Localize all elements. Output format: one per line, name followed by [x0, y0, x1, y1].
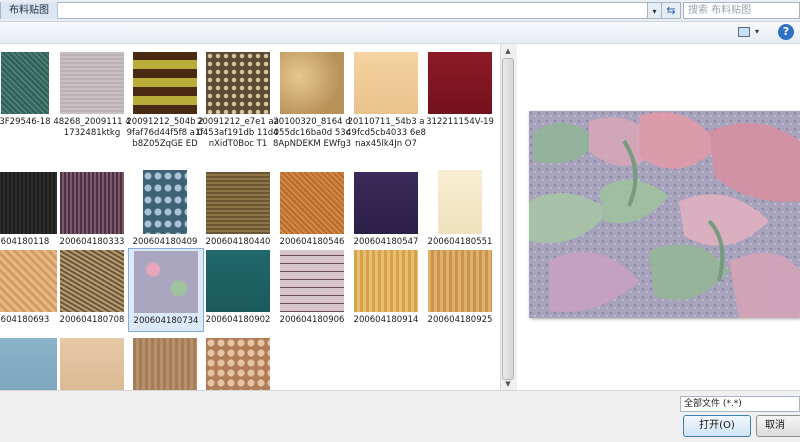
file-name: 200604180734 [133, 316, 199, 326]
file-name: 200604180546 [279, 237, 345, 247]
file-thumbnail [206, 338, 270, 390]
file-item[interactable]: 200604180409 [128, 168, 202, 250]
file-thumbnail [206, 172, 270, 234]
file-thumbnail [60, 172, 124, 234]
file-item[interactable] [128, 336, 202, 390]
file-item[interactable]: 200604180906 [275, 248, 349, 330]
file-item[interactable]: 200604180914 [349, 248, 423, 330]
scrollbar-thumb[interactable] [502, 58, 514, 380]
file-name: 200604180708 [59, 315, 125, 325]
file-item[interactable]: 312211154V-19 [423, 50, 497, 132]
file-thumbnail [438, 170, 482, 234]
help-icon[interactable]: ? [778, 24, 794, 40]
refresh-icon[interactable]: ⇆ [661, 2, 681, 19]
file-thumbnail [354, 52, 418, 114]
file-item[interactable] [55, 336, 129, 390]
file-item[interactable] [201, 336, 275, 390]
file-name: 200604180440 [205, 237, 271, 247]
file-item[interactable]: 200604180551 [423, 168, 497, 250]
file-type-select[interactable]: 全部文件 (*.*) [680, 396, 800, 412]
file-name: 200604180333 [59, 237, 125, 247]
file-item[interactable] [0, 336, 62, 390]
file-name: 20110711_54b3 a49fcd5cb4033 6e8nax45lk4J… [346, 117, 426, 149]
file-thumbnail [143, 170, 187, 234]
file-item[interactable]: 200604180734 [128, 248, 204, 332]
file-name: 200604180906 [279, 315, 345, 325]
file-name: 20100320_8164 d055dc16ba0d 53c8ApNDEKM E… [272, 117, 352, 149]
file-thumbnail [0, 172, 57, 234]
file-item[interactable]: 200604180440 [201, 168, 275, 250]
file-name: 200604180914 [353, 315, 419, 325]
file-thumbnail [60, 250, 124, 312]
file-item[interactable]: 20091212_e7e1 aa0453af191db 11d4nXidT0Bo… [197, 50, 279, 149]
file-thumbnail [1, 52, 49, 114]
file-thumbnail [206, 250, 270, 312]
file-thumbnail [206, 52, 270, 114]
file-item[interactable]: 200604180547 [349, 168, 423, 250]
file-thumbnail [428, 250, 492, 312]
address-bar[interactable]: 布料贴图 [0, 2, 648, 19]
file-list[interactable]: 3F29546-18 48268_2009111 41732481ktkg 2009… [0, 44, 500, 390]
file-thumbnail [0, 250, 57, 312]
file-name: 200604180409 [132, 237, 198, 247]
file-item[interactable]: 200604180333 [55, 168, 129, 250]
file-thumbnail [428, 52, 492, 114]
file-item[interactable]: 20100320_8164 d055dc16ba0d 53c8ApNDEKM E… [273, 50, 351, 149]
search-input[interactable]: 搜索 布料贴图 [683, 2, 800, 19]
scroll-up-icon[interactable]: ▲ [500, 44, 516, 58]
file-name: 200604180551 [427, 237, 493, 247]
file-thumbnail [134, 251, 198, 313]
toolbar [0, 22, 800, 44]
view-dropdown-icon[interactable]: ▾ [755, 26, 765, 38]
file-thumbnail [133, 52, 197, 114]
view-thumbnail-icon[interactable] [738, 27, 750, 37]
file-name: 312211154V-19 [426, 117, 494, 127]
chevron-down-icon[interactable]: ▾ [648, 2, 662, 19]
file-name: 20091212_504b 29faf76d44f5f8 a1fb8Z05ZqG… [126, 117, 204, 149]
file-thumbnail [280, 250, 344, 312]
file-thumbnail [354, 172, 418, 234]
file-item[interactable]: 200604180546 [275, 168, 349, 250]
file-thumbnail [60, 52, 124, 114]
scroll-down-icon[interactable]: ▼ [500, 378, 516, 390]
file-item[interactable]: 20091212_504b 29faf76d44f5f8 a1fb8Z05ZqG… [126, 50, 204, 149]
file-name: 200604180547 [353, 237, 419, 247]
file-item[interactable]: 48268_2009111 41732481ktkg [53, 50, 131, 138]
file-item[interactable]: 200604180925 [423, 248, 497, 330]
file-name: 20091212_e7e1 aa0453af191db 11d4nXidT0Bo… [197, 117, 279, 149]
file-thumbnail [60, 338, 124, 390]
file-item[interactable]: 20110711_54b3 a49fcd5cb4033 6e8nax45lk4J… [346, 50, 426, 149]
preview-image [529, 111, 800, 318]
file-thumbnail [133, 338, 197, 390]
file-thumbnail [280, 52, 344, 114]
file-item[interactable]: 200604180708 [55, 248, 129, 330]
file-name: 48268_2009111 41732481ktkg [53, 117, 131, 138]
file-name: 200604180925 [427, 315, 493, 325]
file-name: 200604180902 [205, 315, 271, 325]
breadcrumb-folder[interactable]: 布料贴图 [1, 2, 58, 19]
open-button[interactable]: 打开(O) [683, 415, 751, 437]
file-thumbnail [354, 250, 418, 312]
file-thumbnail [280, 172, 344, 234]
cancel-button[interactable]: 取消 [756, 415, 800, 437]
file-thumbnail [0, 338, 57, 390]
file-item[interactable]: 200604180902 [201, 248, 275, 330]
